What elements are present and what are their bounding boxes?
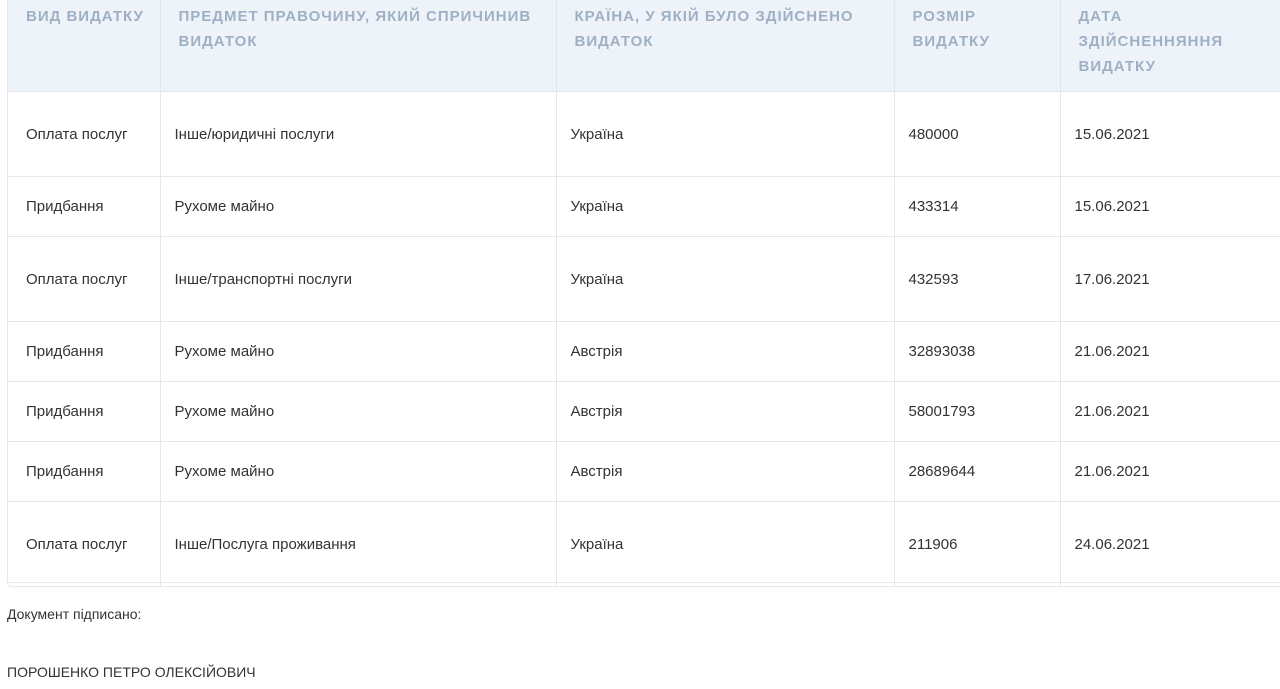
cell-country: Україна <box>555 236 894 322</box>
cell-date: 24.06.2021 <box>1059 501 1280 586</box>
cell-amount: 480000 <box>893 91 1060 177</box>
cell-transaction-subject: Інше/транспортні послуги <box>159 236 556 322</box>
header-expense-type: ВИД ВИДАТКУ <box>8 0 160 92</box>
header-country: КРАЇНА, У ЯКІЙ БУЛО ЗДІЙСНЕНО ВИДАТОК <box>555 0 894 92</box>
header-date: ДАТА ЗДІЙСНЕННЯННЯ ВИДАТКУ <box>1059 0 1280 92</box>
header-row: ВИД ВИДАТКУ ПРЕДМЕТ ПРАВОЧИНУ, ЯКИЙ СПРИ… <box>8 0 1280 92</box>
cell-transaction-subject: Рухоме майно <box>159 321 556 382</box>
cell-transaction-subject: Інше/юридичні послуги <box>159 91 556 177</box>
cell-expense-type: Оплата послуг <box>8 501 160 586</box>
cell-transaction-subject: Рухоме майно <box>159 176 556 237</box>
table-row: Оплата послуг Інше/юридичні послуги Укра… <box>8 91 1280 177</box>
cell-country: Австрія <box>555 381 894 442</box>
signer-name: ПОРОШЕНКО ПЕТРО ОЛЕКСІЙОВИЧ <box>7 664 256 680</box>
cell-expense-type: Придбання <box>8 441 160 502</box>
cell-country: Україна <box>555 91 894 177</box>
cell-date: 21.06.2021 <box>1059 441 1280 502</box>
cell-expense-type: Придбання <box>8 321 160 382</box>
table-body: Оплата послуг Інше/юридичні послуги Укра… <box>8 91 1280 586</box>
cell-amount: 32893038 <box>893 321 1060 382</box>
table-row: Придбання Рухоме майно Австрія 58001793 … <box>8 381 1280 442</box>
cell-country: Україна <box>555 501 894 586</box>
table-row: Придбання Рухоме майно Австрія 32893038 … <box>8 321 1280 382</box>
cell-amount: 58001793 <box>893 381 1060 442</box>
cell-expense-type: Оплата послуг <box>8 236 160 322</box>
document-signed-label: Документ підписано: <box>7 606 142 622</box>
cell-expense-type: Придбання <box>8 381 160 442</box>
table-row: Оплата послуг Інше/транспортні послуги У… <box>8 236 1280 322</box>
header-transaction-subject: ПРЕДМЕТ ПРАВОЧИНУ, ЯКИЙ СПРИЧИНИВ ВИДАТО… <box>159 0 556 92</box>
cell-transaction-subject: Рухоме майно <box>159 381 556 442</box>
cell-country: Австрія <box>555 321 894 382</box>
cell-amount: 432593 <box>893 236 1060 322</box>
cell-transaction-subject: Рухоме майно <box>159 441 556 502</box>
section-divider <box>7 582 1280 583</box>
cell-expense-type: Придбання <box>8 176 160 237</box>
cell-date: 15.06.2021 <box>1059 176 1280 237</box>
cell-date: 17.06.2021 <box>1059 236 1280 322</box>
table-row: Придбання Рухоме майно Австрія 28689644 … <box>8 441 1280 502</box>
cell-country: Австрія <box>555 441 894 502</box>
cell-expense-type: Оплата послуг <box>8 91 160 177</box>
cell-date: 21.06.2021 <box>1059 321 1280 382</box>
table-row: Оплата послуг Інше/Послуга проживання Ук… <box>8 501 1280 586</box>
header-amount: РОЗМІР ВИДАТКУ <box>893 0 1060 92</box>
table-row: Придбання Рухоме майно Україна 433314 15… <box>8 176 1280 237</box>
cell-date: 21.06.2021 <box>1059 381 1280 442</box>
cell-amount: 28689644 <box>893 441 1060 502</box>
expenses-page: ВИД ВИДАТКУ ПРЕДМЕТ ПРАВОЧИНУ, ЯКИЙ СПРИ… <box>0 0 1280 689</box>
expenses-table-container: ВИД ВИДАТКУ ПРЕДМЕТ ПРАВОЧИНУ, ЯКИЙ СПРИ… <box>7 0 1280 587</box>
cell-amount: 211906 <box>893 501 1060 586</box>
table-header: ВИД ВИДАТКУ ПРЕДМЕТ ПРАВОЧИНУ, ЯКИЙ СПРИ… <box>8 0 1280 92</box>
cell-country: Україна <box>555 176 894 237</box>
cell-transaction-subject: Інше/Послуга проживання <box>159 501 556 586</box>
cell-date: 15.06.2021 <box>1059 91 1280 177</box>
expenses-table: ВИД ВИДАТКУ ПРЕДМЕТ ПРАВОЧИНУ, ЯКИЙ СПРИ… <box>8 0 1280 586</box>
cell-amount: 433314 <box>893 176 1060 237</box>
